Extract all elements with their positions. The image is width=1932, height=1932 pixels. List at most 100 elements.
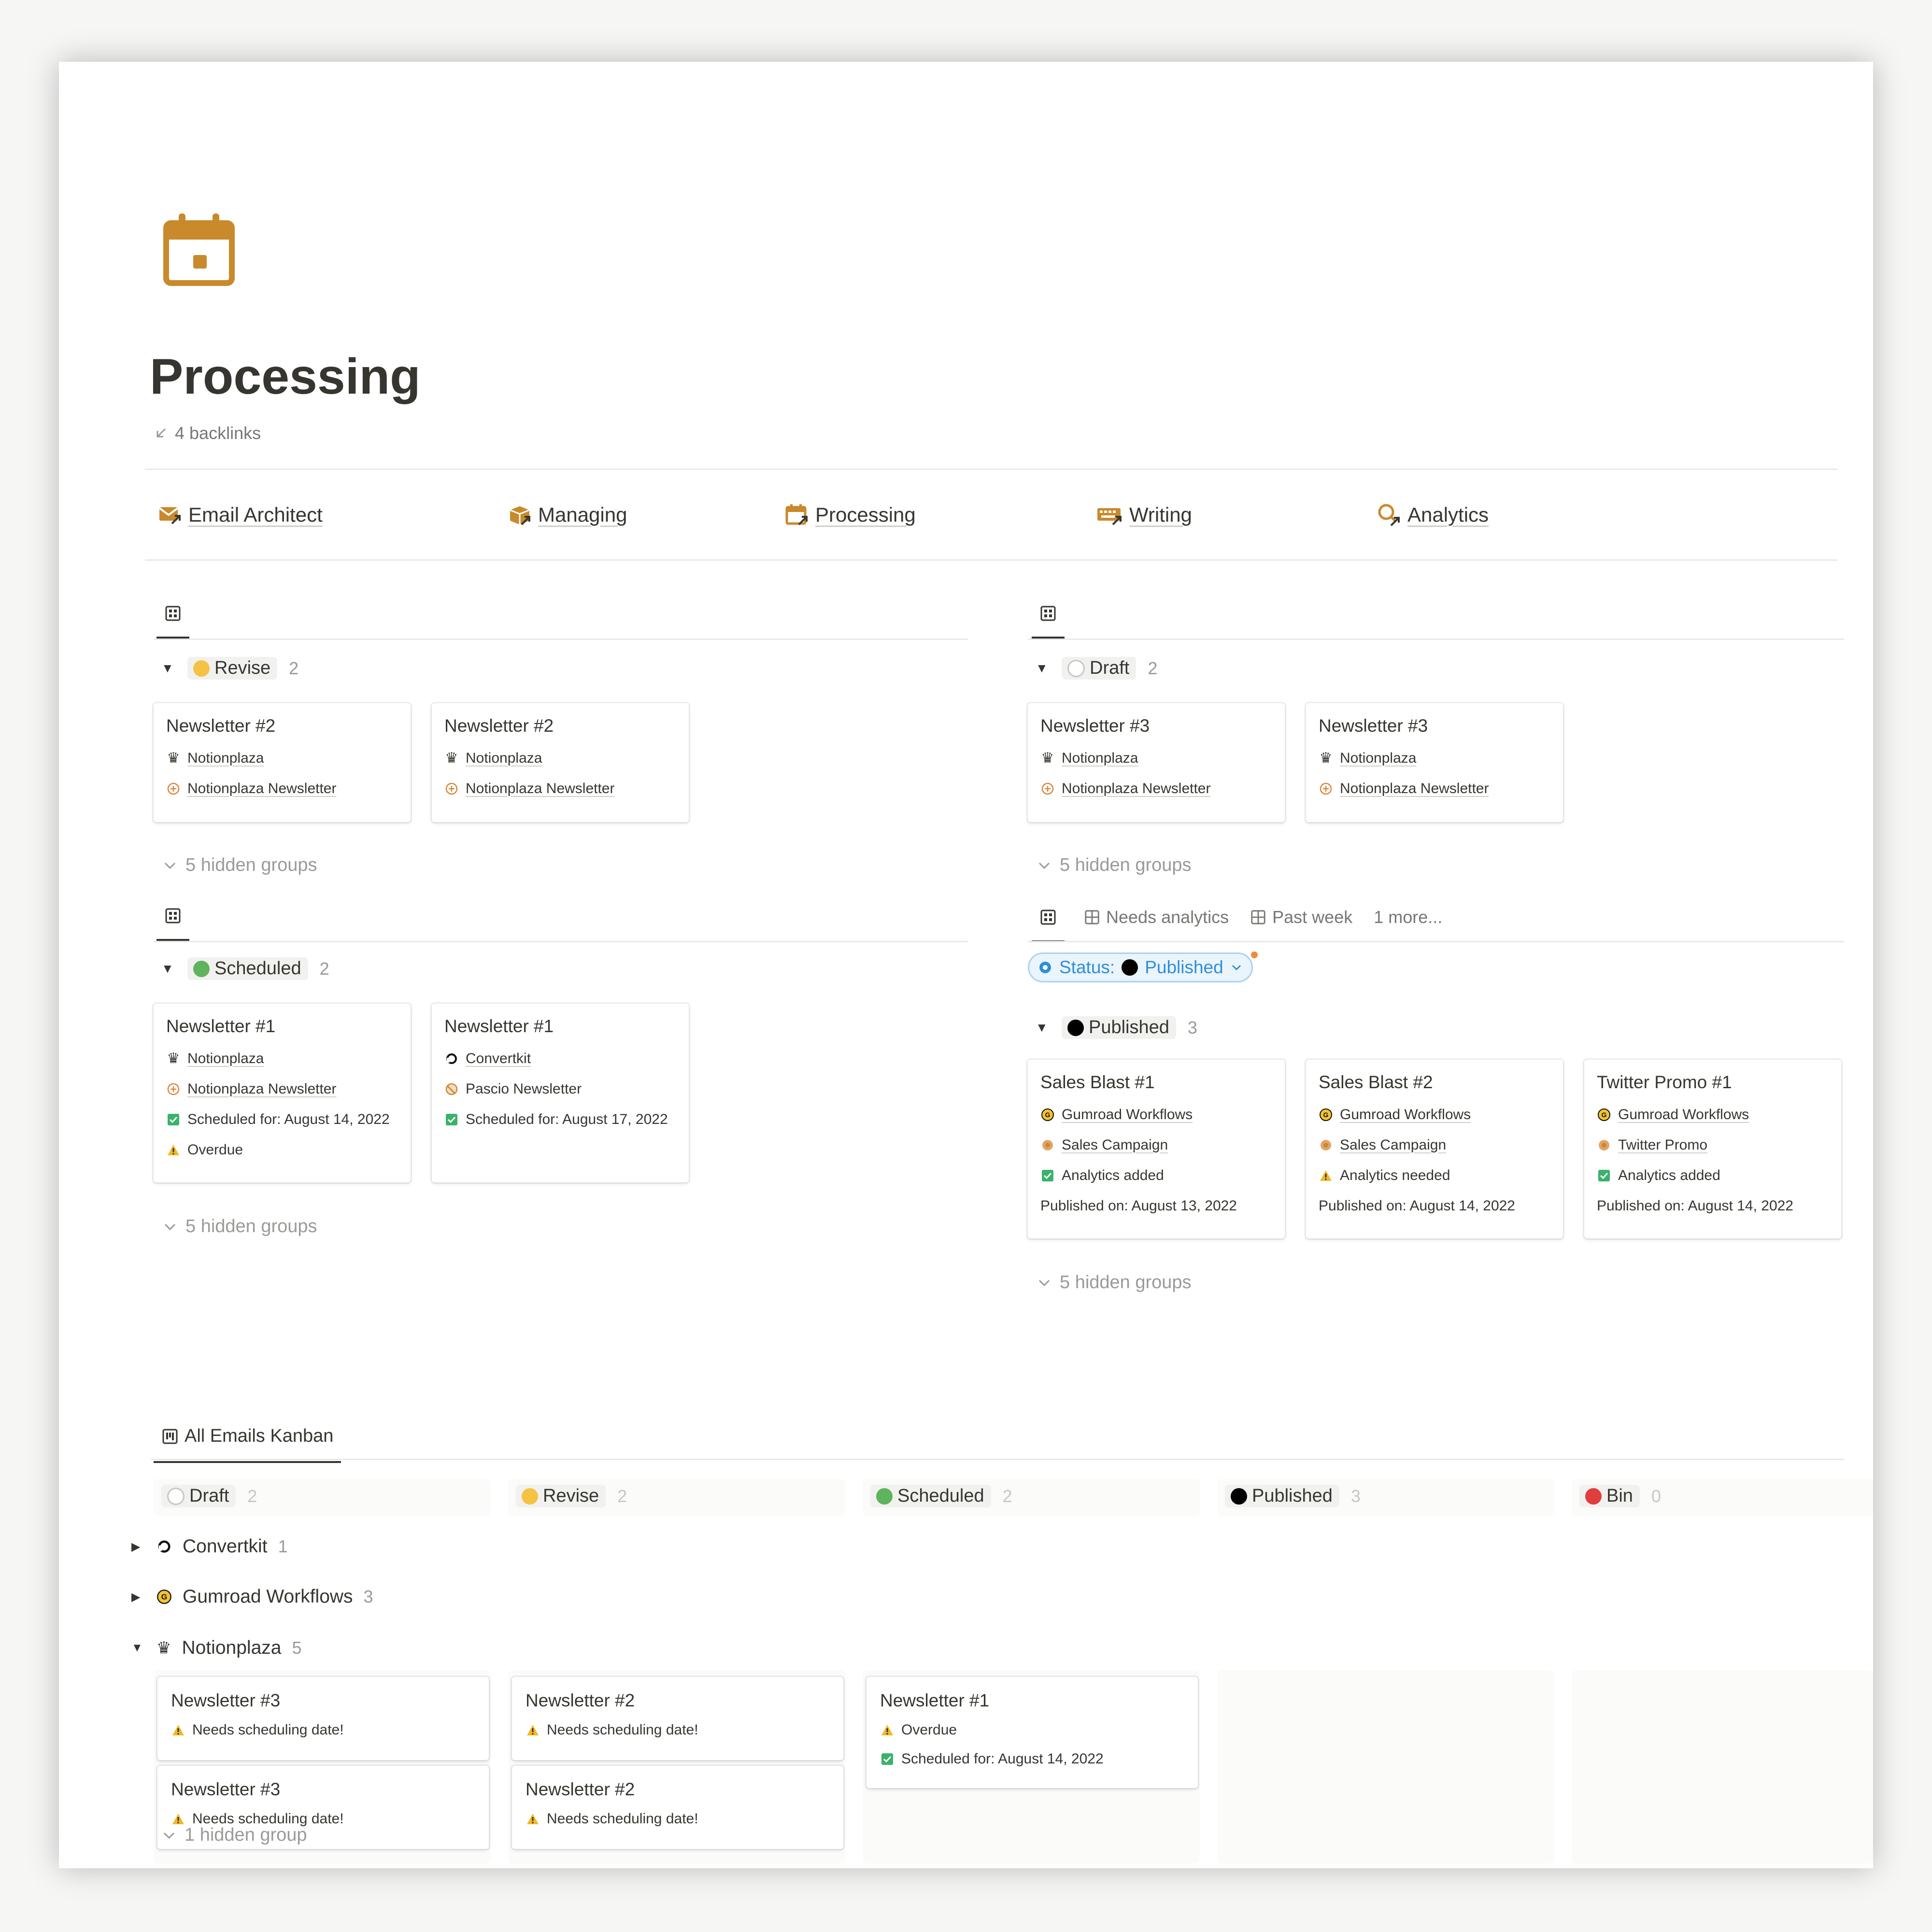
bin-dot-icon	[1585, 1488, 1602, 1505]
kanban-card[interactable]: Newsletter #2 Needs scheduling date!	[512, 1766, 843, 1849]
scheduled-date: Scheduled for: August 17, 2022	[466, 1111, 668, 1127]
warning-icon	[880, 1723, 895, 1737]
gallery-card[interactable]: Newsletter #1 ♛ Notionplaza Notionplaza N…	[154, 1004, 411, 1182]
column-label: Draft	[189, 1486, 229, 1506]
campaign-link[interactable]: Sales Campaign	[1062, 1137, 1168, 1153]
subgroup-gumroad-workflows[interactable]: ▶ G Gumroad Workflows 3	[131, 1586, 373, 1607]
kanban-card[interactable]: Newsletter #1 Overdue Scheduled for: Aug…	[867, 1677, 1198, 1788]
gallery-view-icon	[1085, 910, 1099, 924]
kanban-card[interactable]: Newsletter #2 Needs scheduling date!	[512, 1677, 843, 1760]
subgroup-count: 5	[292, 1638, 302, 1658]
gallery-card[interactable]: Sales Blast #1 G Gumroad Workflows Sales …	[1028, 1060, 1285, 1238]
chevron-down-icon	[1038, 862, 1050, 869]
hidden-groups-label: 5 hidden groups	[185, 855, 317, 875]
group-header-scheduled[interactable]: ▼ Scheduled 2	[161, 957, 329, 980]
collapse-triangle-icon[interactable]: ▼	[131, 1641, 146, 1655]
divider	[145, 469, 1837, 470]
campaign-link[interactable]: Notionplaza Newsletter	[187, 781, 336, 797]
account-link[interactable]: Notionplaza	[1340, 750, 1416, 767]
chevron-down-icon	[164, 862, 176, 869]
column-header-scheduled[interactable]: Scheduled 2	[870, 1485, 1012, 1507]
gallery-card[interactable]: Sales Blast #2 G Gumroad Workflows Sales …	[1306, 1060, 1563, 1238]
group-header-draft[interactable]: ▼ Draft 2	[1036, 657, 1157, 680]
nav-email-architect[interactable]: Email Architect	[157, 502, 323, 527]
collapse-triangle-icon[interactable]: ▼	[161, 961, 176, 976]
status-filter-chip[interactable]: Status: Published	[1028, 952, 1253, 982]
account-link[interactable]: Notionplaza	[466, 750, 542, 767]
column-header-bin[interactable]: Bin 0	[1579, 1485, 1661, 1507]
gumroad-icon: G	[1597, 1108, 1611, 1122]
tab-more[interactable]: 1 more...	[1374, 907, 1442, 927]
campaign-link[interactable]: Twitter Promo	[1618, 1137, 1707, 1153]
collapse-triangle-icon[interactable]: ▼	[1036, 1020, 1050, 1035]
backlinks-link[interactable]: 4 backlinks	[154, 423, 261, 443]
scheduled-dot-icon	[193, 960, 210, 977]
account-link[interactable]: Gumroad Workflows	[1618, 1107, 1749, 1123]
card-title: Newsletter #1	[166, 1016, 276, 1036]
account-link[interactable]: Gumroad Workflows	[1340, 1107, 1471, 1123]
account-link[interactable]: Notionplaza	[1062, 750, 1138, 767]
hidden-groups-toggle[interactable]: 1 hidden group	[161, 1825, 307, 1846]
group-count: 2	[289, 658, 299, 678]
gallery-view-icon	[1040, 909, 1056, 925]
calendar-page-icon[interactable]	[160, 211, 238, 288]
campaign-dot-icon	[1040, 1138, 1055, 1152]
gallery-card[interactable]: Newsletter #3 ♛ Notionplaza Notionplaza N…	[1028, 703, 1285, 822]
campaign-link[interactable]: Notionplaza Newsletter	[1062, 781, 1210, 797]
account-link[interactable]: Gumroad Workflows	[1062, 1107, 1193, 1123]
crown-icon: ♛	[1041, 750, 1054, 766]
subgroup-notionplaza[interactable]: ▼ ♛ Notionplaza 5	[131, 1637, 301, 1659]
group-header-revise[interactable]: ▼ Revise 2	[161, 657, 298, 680]
hidden-groups-toggle[interactable]: 5 hidden groups	[1037, 855, 1192, 876]
column-header-draft[interactable]: Draft 2	[161, 1485, 257, 1507]
hidden-groups-toggle[interactable]: 5 hidden groups	[162, 855, 317, 876]
campaign-link[interactable]: Notionplaza Newsletter	[466, 781, 614, 797]
column-header-published[interactable]: Published 3	[1225, 1485, 1361, 1507]
hidden-groups-toggle[interactable]: 5 hidden groups	[1037, 1272, 1192, 1293]
column-label: Published	[1252, 1486, 1333, 1506]
subgroup-label: Notionplaza	[182, 1637, 282, 1658]
gallery-view-tab[interactable]	[156, 605, 189, 639]
kanban-view-tab[interactable]: All Emails Kanban	[153, 1426, 341, 1463]
nav-writing[interactable]: Writing	[1096, 502, 1192, 527]
gallery-card[interactable]: Newsletter #3 ♛ Notionplaza Notionplaza N…	[1306, 703, 1563, 822]
plus-circle-icon	[444, 781, 459, 796]
gallery-card[interactable]: Twitter Promo #1 G Gumroad Workflows Twit…	[1584, 1060, 1841, 1238]
campaign-link[interactable]: Sales Campaign	[1340, 1137, 1446, 1153]
expand-triangle-icon[interactable]: ▶	[131, 1540, 146, 1554]
view-tabs	[156, 605, 189, 639]
nav-managing[interactable]: Managing	[507, 502, 627, 527]
gallery-view-tab[interactable]	[1032, 605, 1065, 639]
nav-processing[interactable]: Processing	[784, 502, 916, 527]
svg-text:G: G	[161, 1593, 167, 1602]
account-link[interactable]: Notionplaza	[187, 1051, 264, 1067]
gallery-card[interactable]: Newsletter #2 ♛ Notionplaza Notionplaza N…	[154, 703, 411, 822]
column-body	[1572, 1670, 1873, 1863]
convertkit-icon	[158, 1540, 170, 1553]
filter-indicator-dot	[1251, 952, 1258, 958]
nav-analytics[interactable]: Analytics	[1377, 502, 1489, 527]
hidden-groups-toggle[interactable]: 5 hidden groups	[162, 1216, 317, 1237]
expand-triangle-icon[interactable]: ▶	[131, 1590, 146, 1604]
gallery-view-tab[interactable]	[1032, 909, 1065, 942]
svg-text:G: G	[1602, 1111, 1607, 1119]
group-header-published[interactable]: ▼ Published 3	[1036, 1016, 1197, 1039]
account-link[interactable]: Convertkit	[466, 1051, 531, 1067]
collapse-triangle-icon[interactable]: ▼	[161, 661, 176, 676]
kanban-card[interactable]: Newsletter #3 Needs scheduling date!	[157, 1677, 489, 1760]
tab-past-week[interactable]: Past week	[1250, 907, 1352, 927]
campaign-link[interactable]: Notionplaza Newsletter	[1340, 781, 1489, 797]
checkbox-checked-icon	[1040, 1168, 1055, 1183]
tab-needs-analytics[interactable]: Needs analytics	[1084, 907, 1229, 927]
subgroup-convertkit[interactable]: ▶ Convertkit 1	[131, 1536, 288, 1557]
view-divider	[154, 941, 968, 942]
group-count: 3	[1187, 1017, 1197, 1037]
account-link[interactable]: Notionplaza	[187, 750, 264, 767]
gallery-card[interactable]: Newsletter #1 Convertkit Pascio Newslett…	[432, 1004, 689, 1182]
gallery-view-tab[interactable]	[156, 907, 189, 941]
column-header-revise[interactable]: Revise 2	[516, 1485, 627, 1507]
collapse-triangle-icon[interactable]: ▼	[1036, 661, 1050, 676]
status-pill: Scheduled	[187, 957, 308, 980]
campaign-link[interactable]: Notionplaza Newsletter	[187, 1081, 336, 1097]
gallery-card[interactable]: Newsletter #2 ♛ Notionplaza Notionplaza N…	[432, 703, 689, 822]
